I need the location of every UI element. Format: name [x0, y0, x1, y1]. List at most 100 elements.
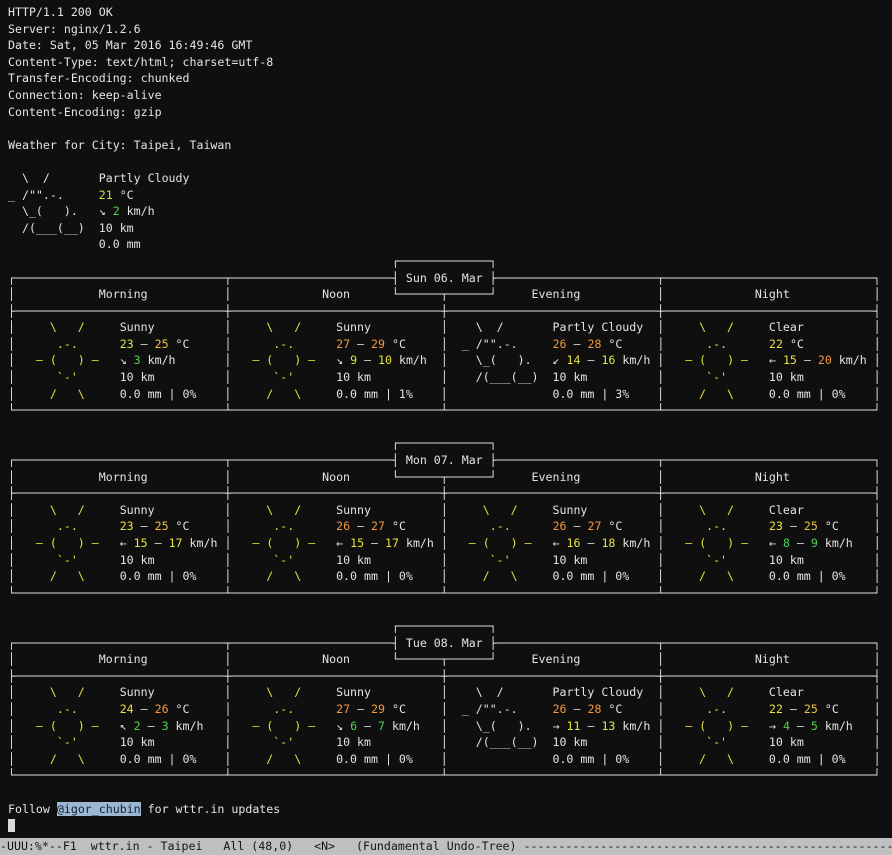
- partly-cloudy-icon: [448, 752, 553, 766]
- sunny-icon: `-': [15, 735, 120, 749]
- blank-line: [8, 419, 892, 436]
- forecast-row: │ – ( ) – ← 15 – 17 km/h │ – ( ) – ← 15 …: [8, 535, 892, 552]
- current-conditions: \ / Partly Cloudy_ /"".-. 21 °C \_( ). ↘…: [8, 170, 892, 253]
- sunny-icon: .-.: [15, 519, 120, 533]
- sunny-icon: \ /: [448, 503, 553, 517]
- forecast-row: │ – ( ) – ↘ 3 km/h │ – ( ) – ↘ 9 – 10 km…: [8, 352, 892, 369]
- sunny-icon: – ( ) –: [231, 353, 336, 367]
- partly-cloudy-icon: [8, 237, 99, 251]
- sunny-icon: .-.: [448, 519, 553, 533]
- sunny-icon: `-': [231, 735, 336, 749]
- partly-cloudy-icon: [448, 387, 553, 401]
- clear-icon: .-.: [664, 702, 769, 716]
- current-condition-line: \ / Partly Cloudy: [8, 170, 892, 187]
- twitter-handle-link[interactable]: @igor_chubin: [57, 802, 141, 816]
- forecast-day-0: ┌─────────────┐┌────────────────────────…: [8, 253, 892, 419]
- header-separator: ├──────────────────────────────┼────────…: [8, 303, 892, 320]
- sunny-icon: – ( ) –: [15, 536, 120, 550]
- cursor-line: [8, 817, 892, 834]
- sunny-icon: / \: [231, 752, 336, 766]
- forecast-row: │ \ / Sunny │ \ / Sunny │ \ / Sunny │ \ …: [8, 502, 892, 519]
- clear-icon: `-': [664, 553, 769, 567]
- sunny-icon: .-.: [231, 337, 336, 351]
- sunny-icon: `-': [15, 370, 120, 384]
- sunny-icon: `-': [231, 370, 336, 384]
- day-title-box-top: ┌─────────────┐: [8, 618, 892, 635]
- forecast-row: │ .-. 23 – 25 °C │ .-. 26 – 27 °C │ .-. …: [8, 518, 892, 535]
- city-heading: Weather for City: Taipei, Taiwan: [8, 137, 892, 154]
- partly-cloudy-icon: _ /"".-.: [8, 188, 99, 202]
- current-detail-line: 0.0 mm: [8, 236, 892, 253]
- http-header-line: Connection: keep-alive: [8, 87, 892, 104]
- follow-footer: Follow @igor_chubin for wttr.in updates: [8, 801, 892, 818]
- current-detail-line: _ /"".-. 21 °C: [8, 187, 892, 204]
- sunny-icon: \ /: [231, 320, 336, 334]
- http-header-line: HTTP/1.1 200 OK: [8, 4, 892, 21]
- forecast-row: │ `-' 10 km │ `-' 10 km │ /(___(__) 10 k…: [8, 369, 892, 386]
- sunny-icon: – ( ) –: [15, 353, 120, 367]
- sunny-icon: `-': [15, 553, 120, 567]
- city-line: Weather for City: Taipei, Taiwan: [8, 137, 892, 154]
- sunny-icon: .-.: [231, 519, 336, 533]
- day-title-row: ┌──────────────────────────────┬────────…: [8, 452, 892, 469]
- http-header-line: Content-Encoding: gzip: [8, 104, 892, 121]
- http-header-line: Transfer-Encoding: chunked: [8, 70, 892, 87]
- sunny-icon: `-': [448, 553, 553, 567]
- day-bottom-border: └──────────────────────────────┴────────…: [8, 767, 892, 784]
- period-header-row: │ Morning │ Noon └──────┬──────┘ Evening…: [8, 286, 892, 303]
- sunny-icon: – ( ) –: [448, 536, 553, 550]
- forecast-row: │ \ / Sunny │ \ / Sunny │ \ / Partly Clo…: [8, 319, 892, 336]
- http-response-headers: HTTP/1.1 200 OKServer: nginx/1.2.6Date: …: [8, 4, 892, 120]
- terminal-window: HTTP/1.1 200 OKServer: nginx/1.2.6Date: …: [0, 0, 892, 855]
- partly-cloudy-icon: /(___(__): [448, 370, 553, 384]
- terminal-screen: HTTP/1.1 200 OKServer: nginx/1.2.6Date: …: [8, 4, 892, 834]
- forecast-day-1: ┌─────────────┐┌────────────────────────…: [8, 435, 892, 601]
- clear-icon: .-.: [664, 337, 769, 351]
- sunny-icon: \ /: [15, 685, 120, 699]
- sunny-icon: – ( ) –: [231, 536, 336, 550]
- partly-cloudy-icon: \ /: [8, 171, 99, 185]
- header-separator: ├──────────────────────────────┼────────…: [8, 485, 892, 502]
- partly-cloudy-icon: \_( ).: [448, 353, 553, 367]
- emacs-modeline: -UUU:%*--F1 wttr.in - Taipei All (48,0) …: [0, 838, 892, 855]
- forecast-row: │ `-' 10 km │ `-' 10 km │ `-' 10 km │ `-…: [8, 552, 892, 569]
- clear-icon: .-.: [664, 519, 769, 533]
- http-header-line: Server: nginx/1.2.6: [8, 21, 892, 38]
- day-title-row: ┌──────────────────────────────┬────────…: [8, 270, 892, 287]
- sunny-icon: \ /: [15, 320, 120, 334]
- sunny-icon: / \: [448, 569, 553, 583]
- clear-icon: / \: [664, 387, 769, 401]
- forecast-day-2: ┌─────────────┐┌────────────────────────…: [8, 618, 892, 784]
- sunny-icon: / \: [15, 387, 120, 401]
- sunny-icon: .-.: [231, 702, 336, 716]
- day-bottom-border: └──────────────────────────────┴────────…: [8, 585, 892, 602]
- forecast-row: │ .-. 23 – 25 °C │ .-. 27 – 29 °C │ _ /"…: [8, 336, 892, 353]
- clear-icon: – ( ) –: [664, 536, 769, 550]
- day-title-box-top: ┌─────────────┐: [8, 253, 892, 270]
- clear-icon: \ /: [664, 685, 769, 699]
- forecast-row: │ \ / Sunny │ \ / Sunny │ \ / Partly Clo…: [8, 684, 892, 701]
- forecast-row: │ – ( ) – ↖ 2 – 3 km/h │ – ( ) – ↘ 6 – 7…: [8, 718, 892, 735]
- forecast-row: │ .-. 24 – 26 °C │ .-. 27 – 29 °C │ _ /"…: [8, 701, 892, 718]
- day-title-box-top: ┌─────────────┐: [8, 435, 892, 452]
- forecast-row: │ / \ 0.0 mm | 0% │ / \ 0.0 mm | 0% │ 0.…: [8, 751, 892, 768]
- sunny-icon: – ( ) –: [15, 719, 120, 733]
- current-detail-line: \_( ). ↘ 2 km/h: [8, 203, 892, 220]
- clear-icon: / \: [664, 752, 769, 766]
- sunny-icon: .-.: [15, 702, 120, 716]
- http-header-line: Content-Type: text/html; charset=utf-8: [8, 54, 892, 71]
- sunny-icon: \ /: [231, 685, 336, 699]
- partly-cloudy-icon: \_( ).: [8, 204, 99, 218]
- partly-cloudy-icon: _ /"".-.: [448, 702, 553, 716]
- forecast-row: │ / \ 0.0 mm | 0% │ / \ 0.0 mm | 1% │ 0.…: [8, 386, 892, 403]
- forecast-row: │ `-' 10 km │ `-' 10 km │ /(___(__) 10 k…: [8, 734, 892, 751]
- sunny-icon: / \: [15, 752, 120, 766]
- sunny-icon: / \: [231, 387, 336, 401]
- sunny-icon: .-.: [15, 337, 120, 351]
- day-title: Tue 08. Mar: [406, 636, 483, 650]
- clear-icon: – ( ) –: [664, 719, 769, 733]
- partly-cloudy-icon: \_( ).: [448, 719, 553, 733]
- clear-icon: `-': [664, 370, 769, 384]
- sunny-icon: \ /: [231, 503, 336, 517]
- text-cursor: [8, 819, 15, 832]
